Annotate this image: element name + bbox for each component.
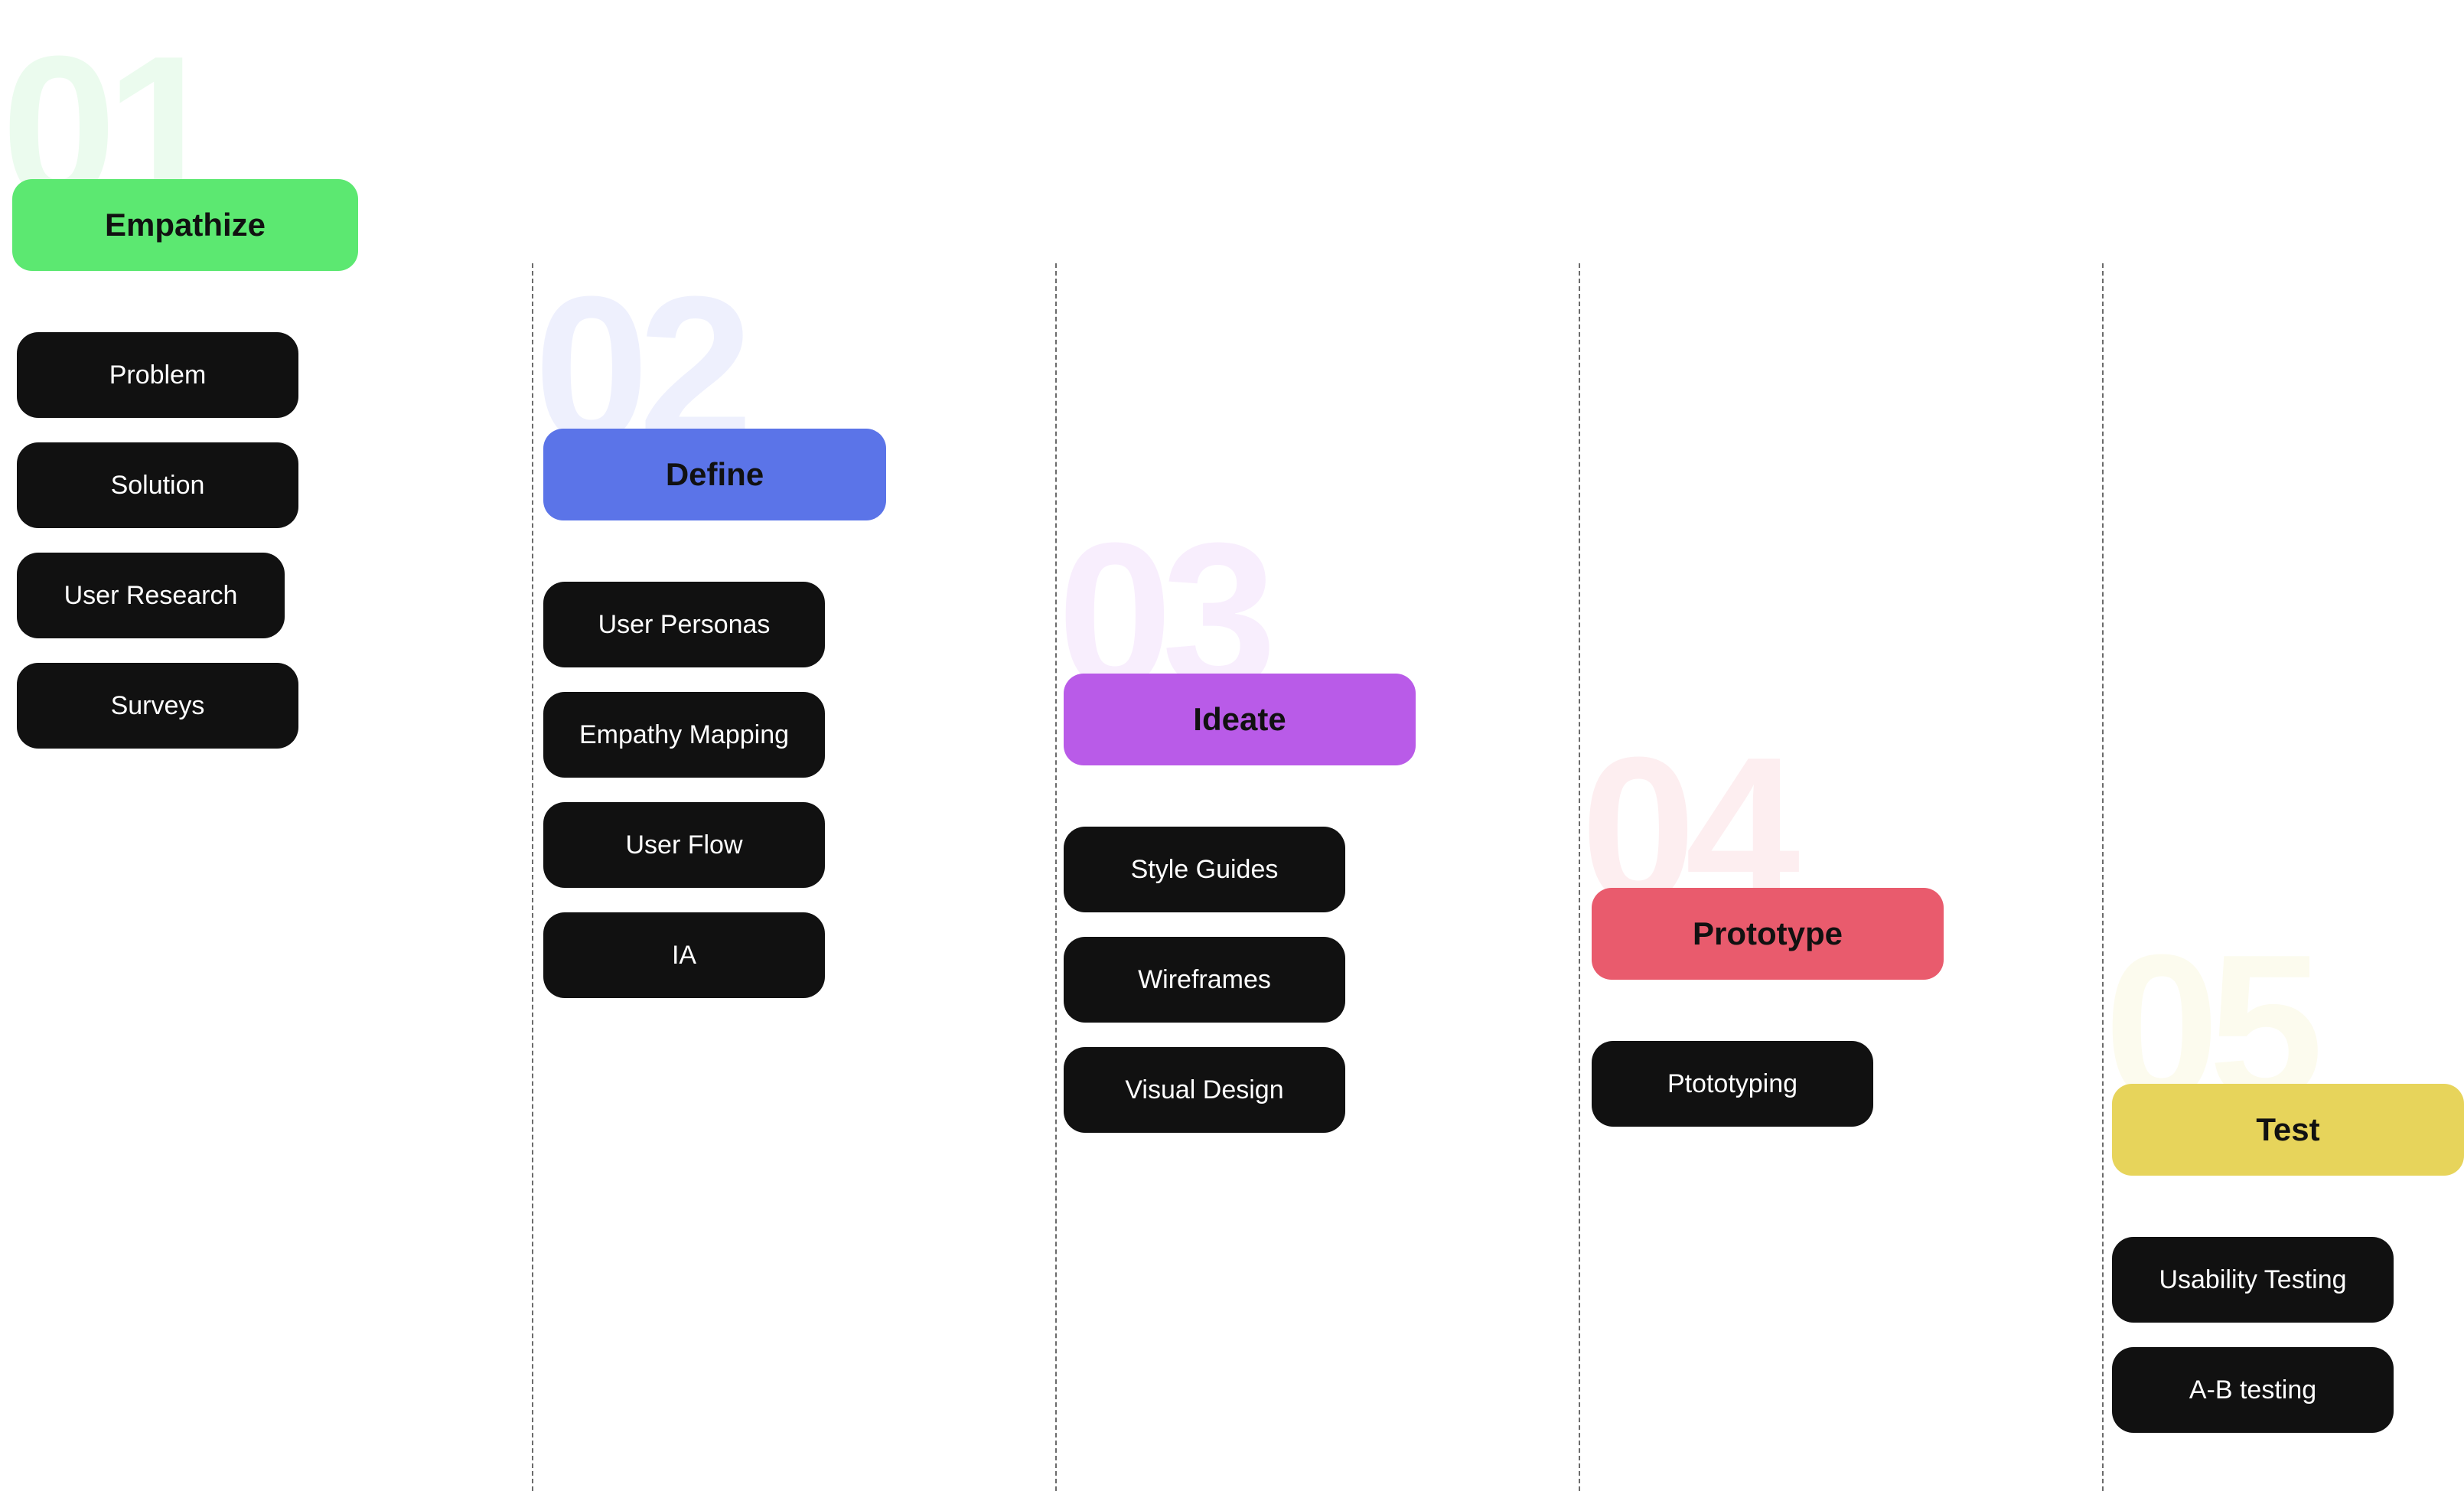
column-divider: [2102, 263, 2104, 1491]
step-item[interactable]: User Personas: [543, 582, 825, 667]
stage-label-test[interactable]: Test: [2112, 1084, 2464, 1176]
column-divider: [532, 263, 533, 1491]
step-item[interactable]: Usability Testing: [2112, 1237, 2394, 1323]
column-divider: [1579, 263, 1580, 1491]
step-item[interactable]: User Research: [17, 553, 285, 638]
step-item[interactable]: Empathy Mapping: [543, 692, 825, 778]
column-divider: [1055, 263, 1057, 1491]
step-item[interactable]: Surveys: [17, 663, 298, 749]
step-item[interactable]: Wireframes: [1064, 937, 1345, 1023]
step-item[interactable]: Solution: [17, 442, 298, 528]
stage-label-define[interactable]: Define: [543, 429, 886, 520]
step-item[interactable]: Ptototyping: [1592, 1041, 1873, 1127]
stage-label-prototype[interactable]: Prototype: [1592, 888, 1944, 980]
step-item[interactable]: Problem: [17, 332, 298, 418]
step-item[interactable]: Style Guides: [1064, 827, 1345, 912]
step-item[interactable]: Visual Design: [1064, 1047, 1345, 1133]
stage-label-empathize[interactable]: Empathize: [12, 179, 358, 271]
stage-label-ideate[interactable]: Ideate: [1064, 674, 1416, 765]
step-item[interactable]: IA: [543, 912, 825, 998]
step-item[interactable]: A-B testing: [2112, 1347, 2394, 1433]
step-item[interactable]: User Flow: [543, 802, 825, 888]
